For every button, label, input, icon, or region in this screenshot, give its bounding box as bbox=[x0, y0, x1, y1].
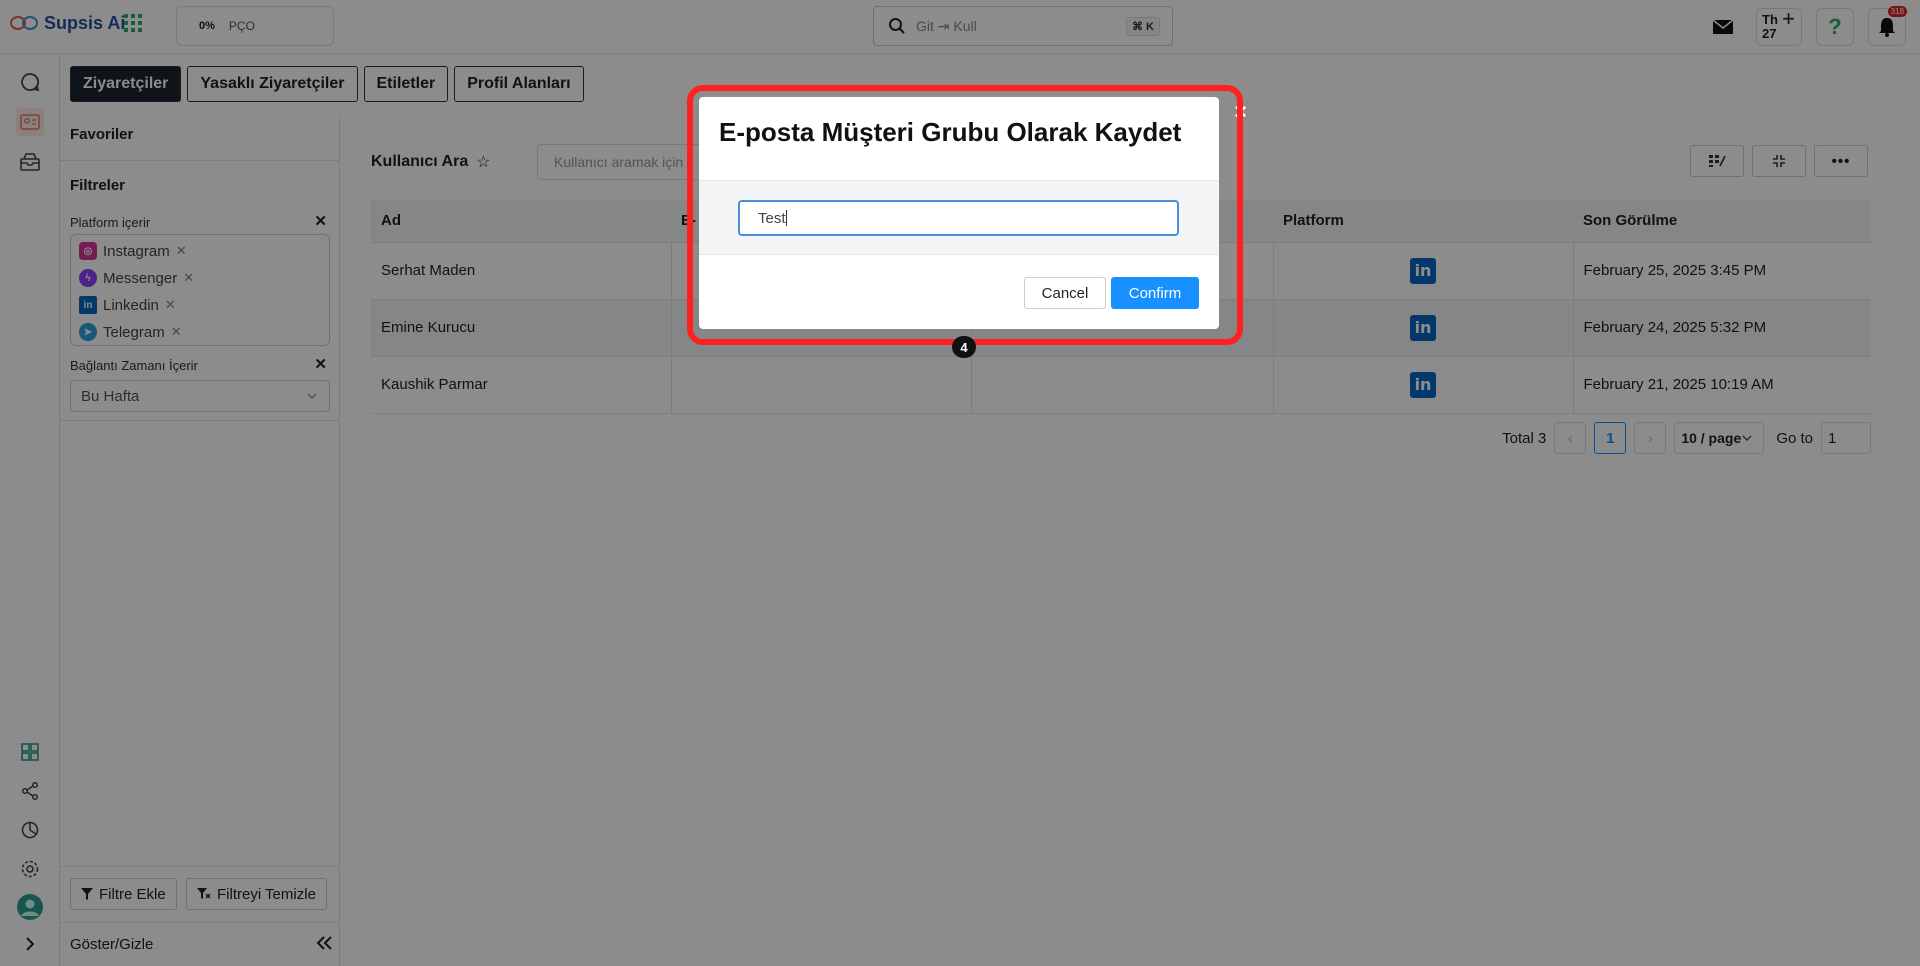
step-highlight-frame bbox=[687, 85, 1243, 345]
step-number-badge: 4 bbox=[952, 336, 976, 358]
